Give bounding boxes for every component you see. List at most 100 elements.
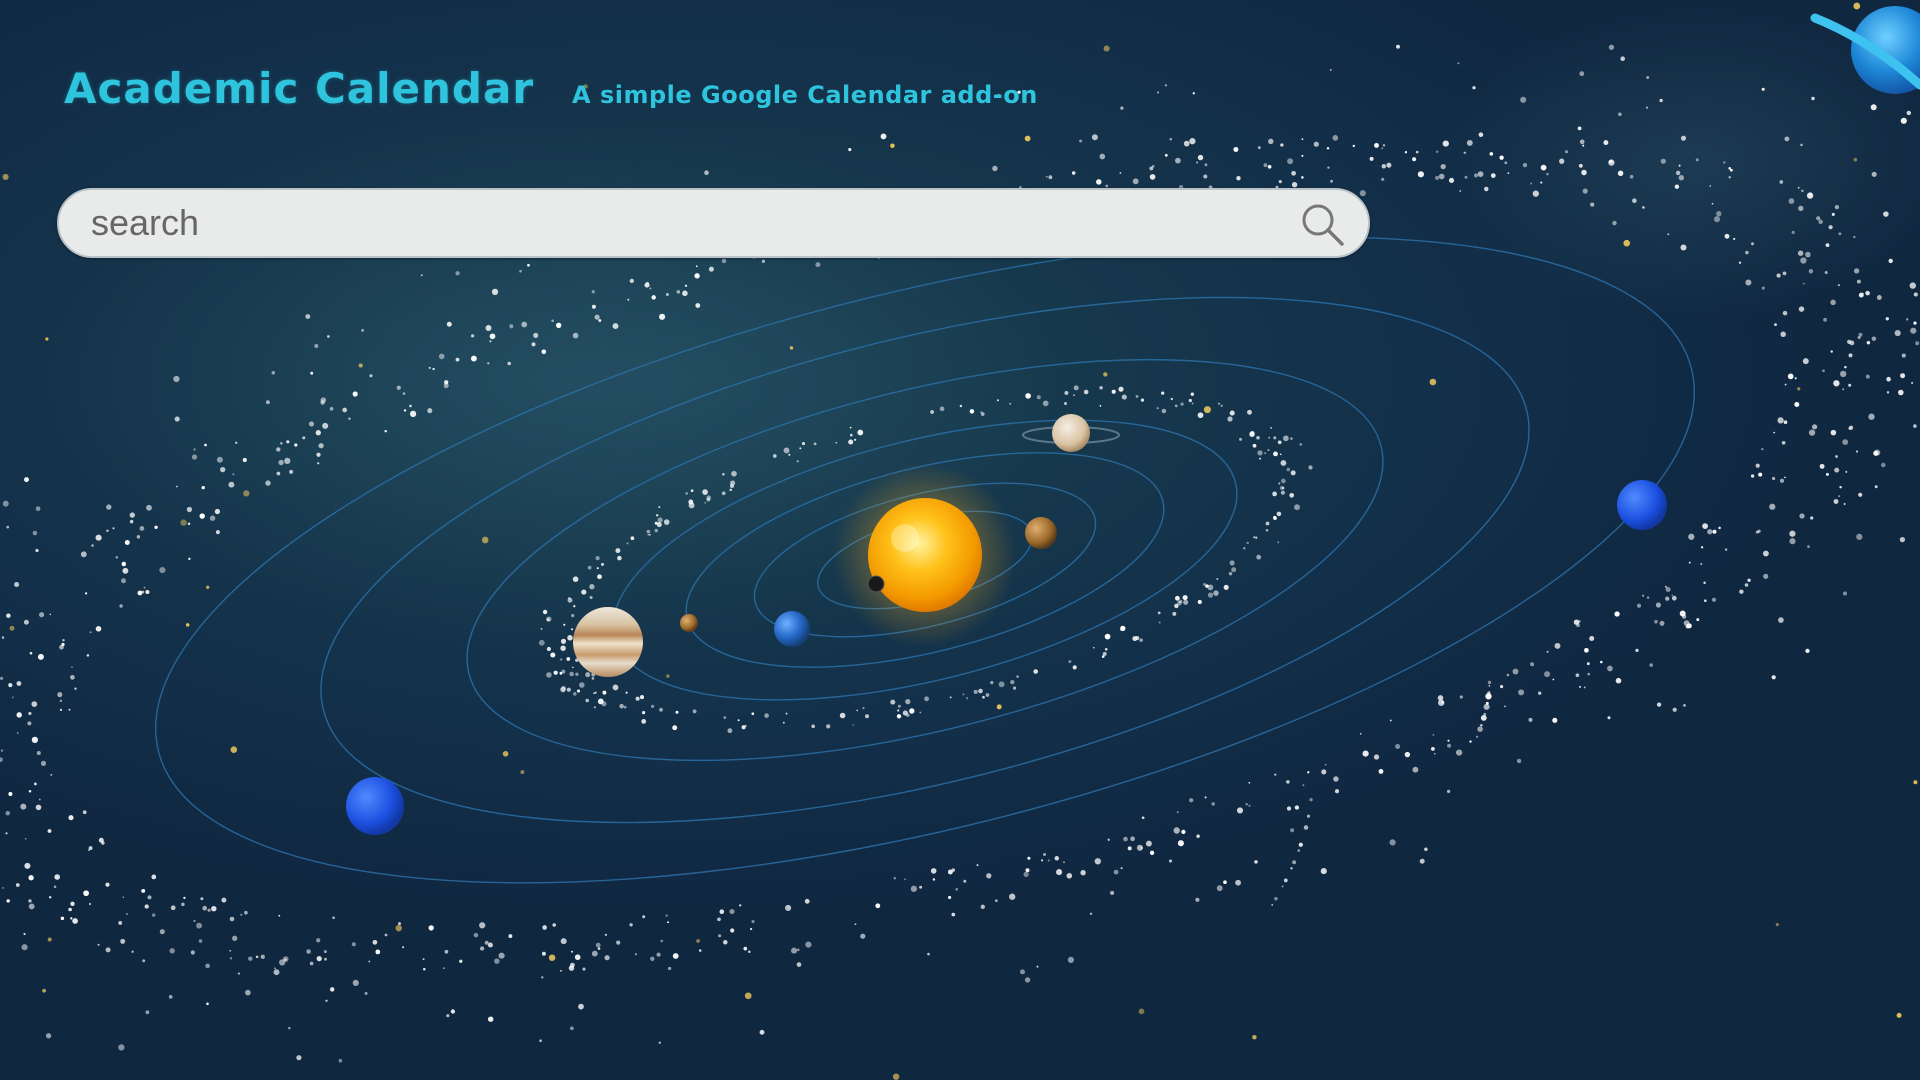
belt-particle bbox=[601, 562, 604, 566]
belt-particle bbox=[805, 941, 812, 948]
belt-particle bbox=[1303, 825, 1309, 830]
belt-particle bbox=[146, 504, 152, 511]
belt-particle bbox=[1745, 279, 1752, 286]
belt-particle bbox=[1255, 536, 1258, 539]
belt-particle bbox=[129, 512, 135, 518]
belt-particle bbox=[1819, 463, 1825, 469]
belt-particle bbox=[1283, 878, 1288, 883]
belt-particle bbox=[1910, 327, 1917, 334]
belt-particle bbox=[839, 712, 846, 719]
belt-particle bbox=[634, 953, 637, 956]
belt-particle bbox=[1286, 806, 1292, 811]
belt-particle bbox=[196, 922, 203, 929]
belt-particle bbox=[1477, 171, 1484, 177]
belt-particle bbox=[1176, 811, 1179, 814]
belt-particle bbox=[1843, 503, 1846, 505]
belt-particle bbox=[1118, 386, 1124, 392]
belt-particle bbox=[1253, 536, 1256, 539]
belt-particle bbox=[428, 925, 434, 931]
belt-particle bbox=[427, 408, 433, 414]
belt-particle bbox=[741, 725, 746, 730]
belt-particle bbox=[1043, 853, 1046, 856]
belt-particle bbox=[1659, 620, 1665, 626]
belt-particle bbox=[8, 791, 13, 797]
belt-particle bbox=[927, 952, 930, 956]
belt-particle bbox=[316, 938, 321, 943]
belt-particle bbox=[245, 989, 251, 996]
belt-particle bbox=[1290, 470, 1296, 476]
belt-particle bbox=[1845, 470, 1848, 473]
belt-particle bbox=[650, 956, 655, 962]
belt-particle bbox=[1334, 789, 1340, 794]
belt-particle bbox=[1825, 243, 1830, 248]
belt-particle bbox=[98, 837, 104, 843]
belt-particle bbox=[32, 530, 38, 536]
belt-particle bbox=[1504, 705, 1506, 708]
belt-particle bbox=[1707, 529, 1713, 535]
belt-particle bbox=[694, 273, 700, 279]
belt-particle bbox=[1579, 139, 1585, 145]
background-star bbox=[696, 938, 701, 943]
belt-particle bbox=[949, 696, 952, 699]
belt-particle bbox=[1680, 135, 1687, 141]
search-input[interactable] bbox=[91, 190, 1241, 256]
belt-particle bbox=[1683, 703, 1686, 707]
search-icon[interactable] bbox=[1298, 200, 1346, 248]
belt-particle bbox=[978, 688, 983, 694]
belt-particle bbox=[1440, 163, 1446, 170]
belt-particle bbox=[70, 901, 75, 906]
belt-particle bbox=[1856, 533, 1863, 540]
belt-particle bbox=[1779, 180, 1784, 184]
belt-particle bbox=[310, 371, 314, 375]
belt-particle bbox=[1642, 594, 1645, 597]
belt-particle bbox=[601, 701, 607, 707]
belt-particle bbox=[1009, 893, 1016, 900]
belt-particle bbox=[761, 259, 766, 263]
belt-particle bbox=[1362, 750, 1369, 757]
belt-particle bbox=[629, 923, 633, 927]
belt-particle bbox=[1865, 374, 1870, 379]
belt-particle bbox=[1779, 478, 1785, 483]
belt-particle bbox=[1294, 504, 1300, 511]
belt-particle bbox=[1195, 897, 1200, 902]
belt-particle bbox=[361, 328, 365, 332]
belt-particle bbox=[423, 967, 426, 971]
belt-particle bbox=[338, 1058, 343, 1063]
belt-particle bbox=[211, 905, 217, 912]
belt-particle bbox=[318, 443, 324, 449]
belt-particle bbox=[1191, 402, 1194, 405]
belt-particle bbox=[578, 1003, 584, 1010]
belt-particle bbox=[375, 949, 381, 955]
belt-particle bbox=[1190, 392, 1194, 396]
belt-particle bbox=[305, 314, 311, 319]
belt-particle bbox=[308, 421, 315, 427]
background-star bbox=[185, 623, 190, 627]
belt-particle bbox=[1587, 672, 1590, 676]
app-title: Academic Calendar bbox=[64, 64, 535, 113]
belt-particle bbox=[232, 473, 235, 476]
belt-particle bbox=[80, 551, 87, 558]
belt-particle bbox=[849, 433, 853, 437]
belt-particle bbox=[1713, 216, 1721, 223]
belt-particle bbox=[1265, 521, 1270, 526]
belt-particle bbox=[1277, 440, 1282, 445]
belt-particle bbox=[646, 529, 651, 534]
belt-particle bbox=[1489, 152, 1494, 156]
belt-particle bbox=[1750, 474, 1755, 478]
belt-particle bbox=[585, 672, 591, 678]
belt-particle bbox=[1174, 404, 1178, 408]
belt-particle bbox=[1218, 402, 1221, 405]
belt-particle bbox=[1578, 163, 1583, 168]
belt-particle bbox=[228, 481, 235, 488]
belt-particle bbox=[1483, 703, 1490, 710]
belt-particle bbox=[616, 940, 621, 945]
belt-particle bbox=[24, 477, 29, 483]
belt-particle bbox=[1802, 282, 1805, 285]
belt-particle bbox=[962, 693, 965, 696]
belt-particle bbox=[627, 298, 630, 301]
belt-particle bbox=[54, 874, 60, 880]
belt-particle bbox=[1842, 439, 1849, 445]
search-bar[interactable] bbox=[57, 188, 1370, 258]
belt-particle bbox=[145, 589, 150, 595]
belt-particle bbox=[676, 290, 681, 294]
